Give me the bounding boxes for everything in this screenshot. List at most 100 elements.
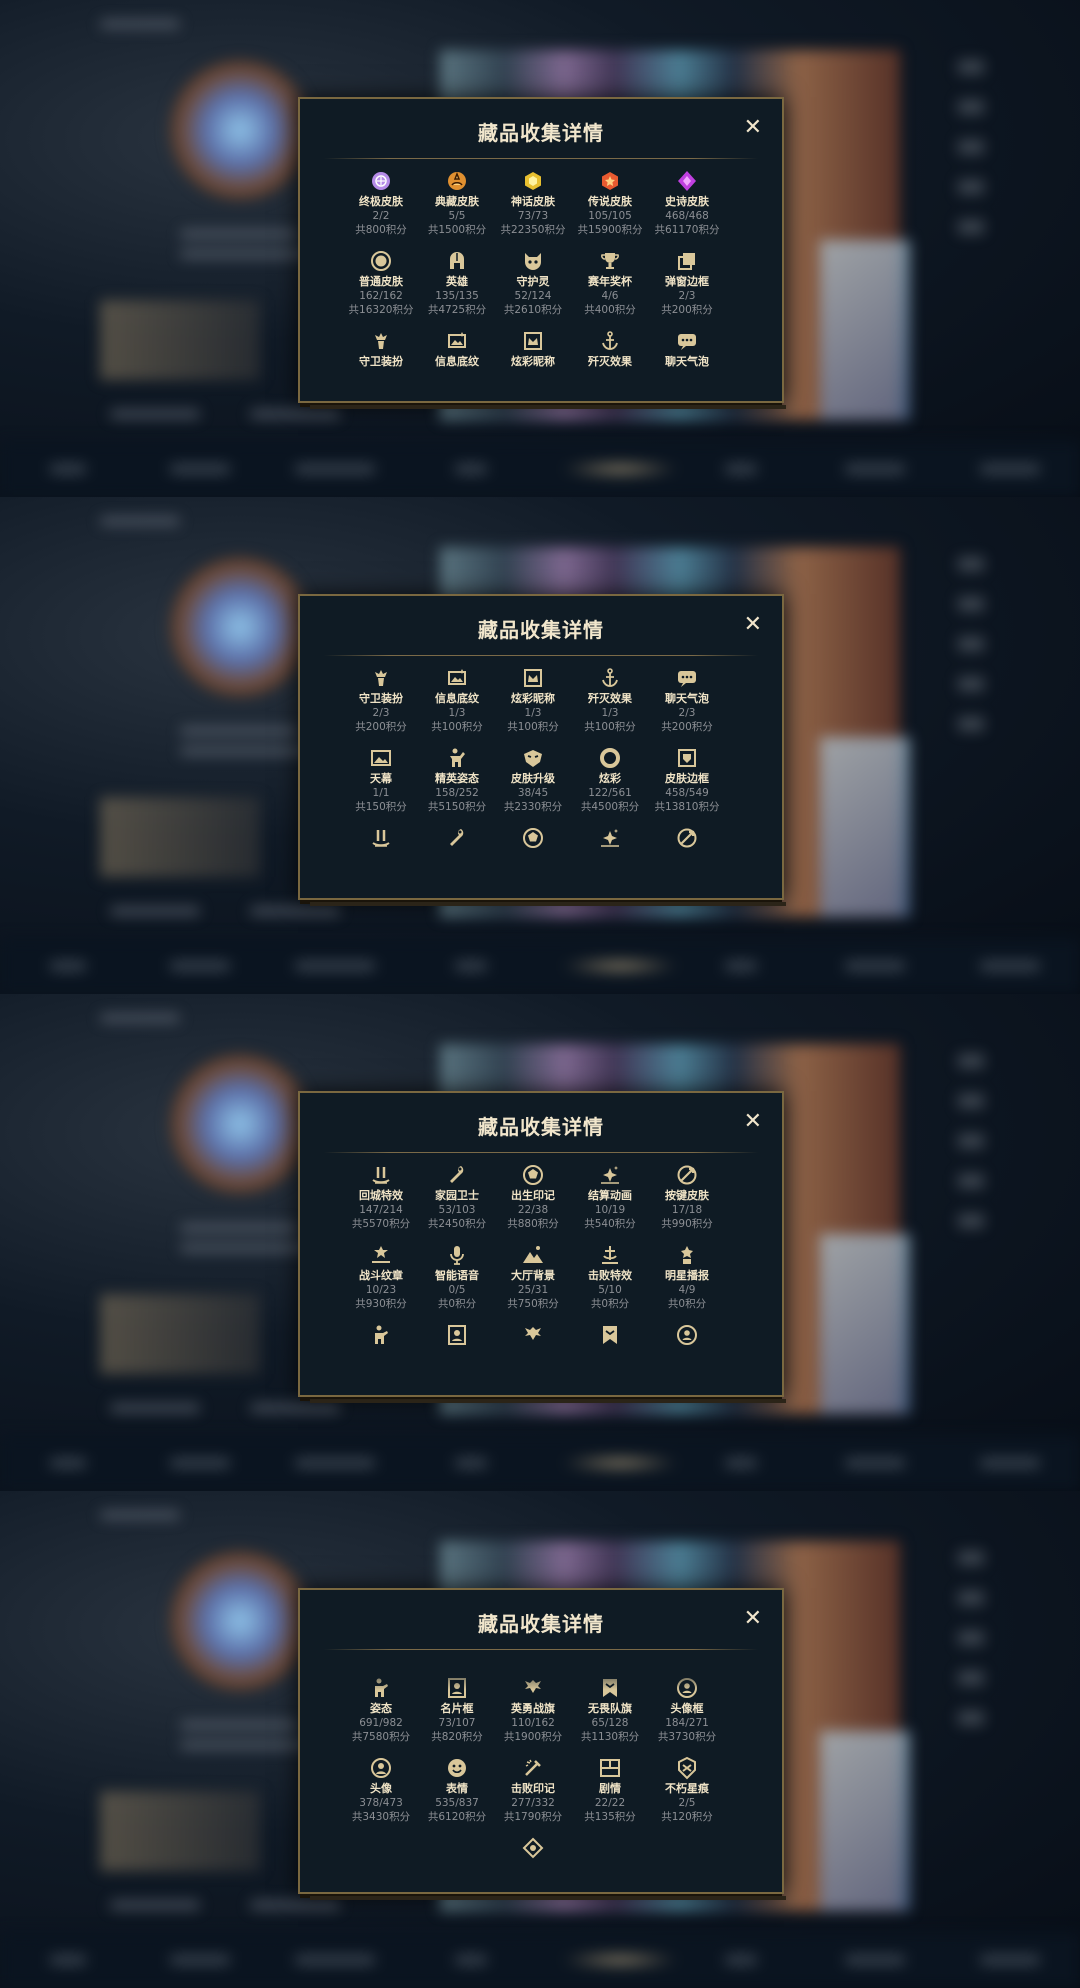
collection-item[interactable]: 信息底纹 1/3 共100积分 bbox=[416, 666, 498, 734]
item-name: 剧情 bbox=[599, 1782, 621, 1795]
item-count: 0/5 bbox=[448, 1284, 466, 1296]
collection-item[interactable] bbox=[646, 826, 728, 852]
item-name: 聊天气泡 bbox=[665, 355, 709, 368]
collection-item[interactable]: 结算动画 10/19 共540积分 bbox=[569, 1163, 651, 1231]
collection-item[interactable]: 姿态 691/982 共7580积分 bbox=[340, 1676, 422, 1744]
collection-item[interactable]: 家园卫士 53/103 共2450积分 bbox=[416, 1163, 498, 1231]
bottom-tab-bar bbox=[0, 442, 1080, 497]
collection-item[interactable]: 明星播报 4/9 共0积分 bbox=[646, 1243, 728, 1311]
item-points: 共2330积分 bbox=[503, 801, 563, 813]
close-icon[interactable]: ✕ bbox=[744, 614, 762, 636]
item-name: 明星播报 bbox=[665, 1269, 709, 1282]
collection-item[interactable]: 天幕 1/1 共150积分 bbox=[340, 746, 422, 814]
collection-item[interactable]: 战斗纹章 10/23 共930积分 bbox=[340, 1243, 422, 1311]
item-points: 共1130积分 bbox=[580, 1731, 640, 1743]
item-count: 458/549 bbox=[665, 787, 709, 799]
collection-item[interactable]: 炫彩昵称 1/3 共100积分 bbox=[492, 666, 574, 734]
item-points: 共22350积分 bbox=[500, 224, 566, 236]
collection-item[interactable]: 头像 378/473 共3430积分 bbox=[340, 1756, 422, 1824]
collection-item[interactable]: 表情 535/837 共6120积分 bbox=[416, 1756, 498, 1824]
collection-item[interactable] bbox=[569, 826, 651, 852]
collection-item[interactable]: 传说皮肤 105/105 共15900积分 bbox=[569, 169, 651, 237]
collection-item[interactable]: 剧情 22/22 共135积分 bbox=[569, 1756, 651, 1824]
collection-grid[interactable]: 终极皮肤 2/2 共800积分 典藏皮肤 5/5 共1500积分 神话皮肤 73/73 共223… bbox=[300, 169, 782, 395]
collection-item[interactable]: 守卫装扮 2/3 共200积分 bbox=[340, 666, 422, 734]
collection-item[interactable]: 名片框 73/107 共820积分 bbox=[416, 1676, 498, 1744]
item-count: 691/982 bbox=[359, 1717, 403, 1729]
item-count: 25/31 bbox=[517, 1284, 549, 1296]
collection-item[interactable]: 歼灭效果 1/3 共100积分 bbox=[569, 666, 651, 734]
collection-item[interactable] bbox=[492, 1836, 574, 1862]
collection-item[interactable]: 赛年奖杯 4/6 共400积分 bbox=[569, 249, 651, 317]
collection-details-modal: 藏品收集详情 ✕ 守卫装扮 2/3 共200积分 信息底纹 1/3 共100积分 炫彩昵称 1… bbox=[298, 594, 786, 906]
collection-item[interactable]: 史诗皮肤 468/468 共61170积分 bbox=[646, 169, 728, 237]
collection-item[interactable]: 出生印记 22/38 共880积分 bbox=[492, 1163, 574, 1231]
collection-item[interactable] bbox=[569, 1323, 651, 1349]
item-points: 共1900积分 bbox=[503, 1731, 563, 1743]
collection-item[interactable]: 英勇战旗 110/162 共1900积分 bbox=[492, 1676, 574, 1744]
close-icon[interactable]: ✕ bbox=[744, 1608, 762, 1630]
collection-item[interactable]: 聊天气泡 2/3 共200积分 bbox=[646, 666, 728, 734]
collection-item[interactable] bbox=[340, 826, 422, 852]
close-icon[interactable]: ✕ bbox=[744, 1111, 762, 1133]
collection-item[interactable]: 典藏皮肤 5/5 共1500积分 bbox=[416, 169, 498, 237]
item-count: 4/9 bbox=[678, 1284, 696, 1296]
collection-grid[interactable]: 回城特效 147/214 共5570积分 家园卫士 53/103 共2450积分 出生印记 2… bbox=[300, 1163, 782, 1389]
collection-item[interactable]: 守卫装扮 bbox=[340, 329, 422, 369]
stat-text bbox=[250, 1901, 340, 1909]
stat-text bbox=[250, 1404, 340, 1412]
item-points: 共0积分 bbox=[437, 1298, 477, 1310]
collection-item[interactable] bbox=[340, 1323, 422, 1349]
scroll-fade-bottom bbox=[300, 365, 782, 395]
item-name: 神话皮肤 bbox=[511, 195, 555, 208]
collection-item[interactable]: 炫彩昵称 bbox=[492, 329, 574, 369]
collection-item[interactable]: 普通皮肤 162/162 共16320积分 bbox=[340, 249, 422, 317]
collection-item[interactable]: 歼灭效果 bbox=[569, 329, 651, 369]
close-icon[interactable]: ✕ bbox=[744, 117, 762, 139]
collection-item[interactable]: 击败特效 5/10 共0积分 bbox=[569, 1243, 651, 1311]
collection-item[interactable]: 回城特效 147/214 共5570积分 bbox=[340, 1163, 422, 1231]
collection-item[interactable]: 大厅背景 25/31 共750积分 bbox=[492, 1243, 574, 1311]
divider bbox=[324, 1649, 758, 1650]
collection-item[interactable]: 英雄 135/135 共4725积分 bbox=[416, 249, 498, 317]
collection-item[interactable]: 无畏队旗 65/128 共1130积分 bbox=[569, 1676, 651, 1744]
item-name: 典藏皮肤 bbox=[435, 195, 479, 208]
side-toolbar bbox=[958, 60, 984, 240]
collection-item[interactable]: 皮肤升级 38/45 共2330积分 bbox=[492, 746, 574, 814]
collection-item[interactable]: 神话皮肤 73/73 共22350积分 bbox=[492, 169, 574, 237]
collection-item[interactable]: 聊天气泡 bbox=[646, 329, 728, 369]
collection-item[interactable]: 击败印记 277/332 共1790积分 bbox=[492, 1756, 574, 1824]
collection-item[interactable]: 皮肤边框 458/549 共13810积分 bbox=[646, 746, 728, 814]
collection-item[interactable] bbox=[646, 1323, 728, 1349]
screenshot-panel: 藏品收集详情 ✕ 守卫装扮 2/3 共200积分 信息底纹 1/3 共100积分 炫彩昵称 1… bbox=[0, 497, 1080, 994]
collection-grid[interactable]: 守卫装扮 2/3 共200积分 信息底纹 1/3 共100积分 炫彩昵称 1/3 共100积分歼… bbox=[300, 666, 782, 892]
collection-grid[interactable]: 姿态 691/982 共7580积分 名片框 73/107 共820积分 英勇战旗 110/1… bbox=[300, 1660, 782, 1886]
collection-item[interactable]: 终极皮肤 2/2 共800积分 bbox=[340, 169, 422, 237]
battle-emblem-icon bbox=[372, 1246, 390, 1263]
collection-item[interactable]: 炫彩 122/561 共4500积分 bbox=[569, 746, 651, 814]
collection-item[interactable] bbox=[492, 1323, 574, 1349]
item-points: 共820积分 bbox=[431, 1731, 483, 1743]
trophy-icon bbox=[601, 253, 619, 269]
item-count: 158/252 bbox=[435, 787, 479, 799]
collection-item[interactable]: 头像框 184/271 共3730积分 bbox=[646, 1676, 728, 1744]
collection-item[interactable]: 不朽星痕 2/5 共120积分 bbox=[646, 1756, 728, 1824]
normal-skin-icon bbox=[371, 251, 391, 271]
collection-item[interactable] bbox=[416, 826, 498, 852]
collection-item[interactable] bbox=[492, 826, 574, 852]
item-points: 共200积分 bbox=[355, 721, 407, 733]
bottom-tab-bar bbox=[0, 1933, 1080, 1988]
scroll-fade-bottom bbox=[300, 862, 782, 892]
birth-mark-icon bbox=[523, 1165, 543, 1185]
home-guard-icon bbox=[450, 829, 464, 846]
collection-item[interactable]: 信息底纹 bbox=[416, 329, 498, 369]
item-points: 共200积分 bbox=[661, 304, 713, 316]
collection-item[interactable] bbox=[416, 1323, 498, 1349]
stat-text bbox=[110, 1901, 200, 1909]
collection-item[interactable]: 精英姿态 158/252 共5150积分 bbox=[416, 746, 498, 814]
collection-item[interactable]: 弹窗边框 2/3 共200积分 bbox=[646, 249, 728, 317]
collection-item[interactable]: 智能语音 0/5 共0积分 bbox=[416, 1243, 498, 1311]
item-count: 122/561 bbox=[588, 787, 632, 799]
collection-item[interactable]: 按键皮肤 17/18 共990积分 bbox=[646, 1163, 728, 1231]
collection-item[interactable]: 守护灵 52/124 共2610积分 bbox=[492, 249, 574, 317]
